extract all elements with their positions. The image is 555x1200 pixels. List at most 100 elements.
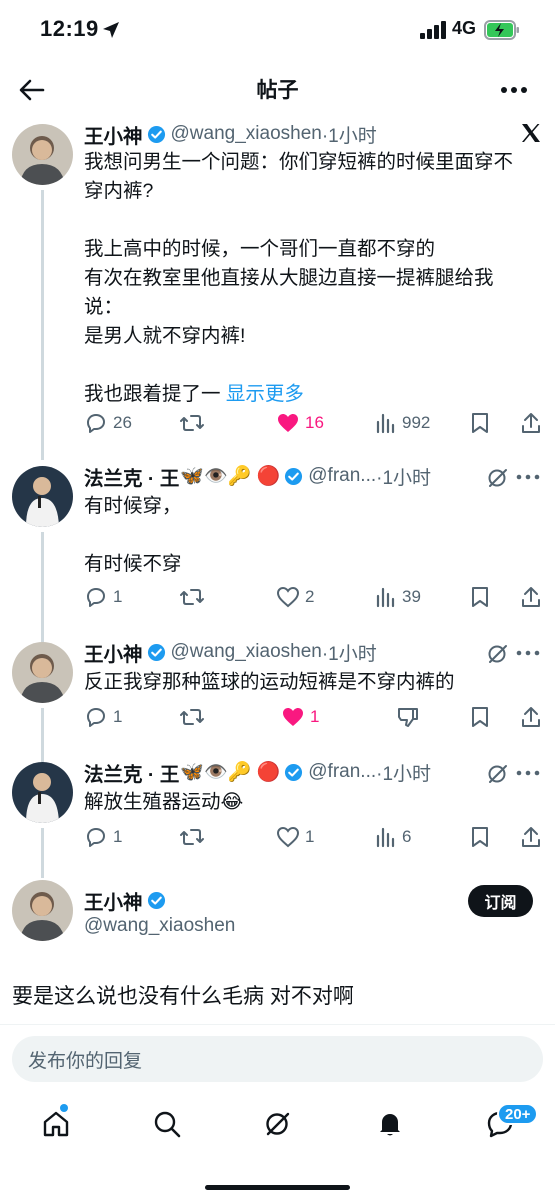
- thread-line: [41, 190, 44, 460]
- reply-button[interactable]: 26: [84, 408, 132, 438]
- author-name[interactable]: 王小神: [84, 120, 143, 149]
- view-count: 992: [402, 413, 431, 432]
- author-handle[interactable]: @fran...: [308, 761, 376, 783]
- tab-grok[interactable]: [258, 1104, 298, 1144]
- status-time: 12:19: [40, 16, 99, 41]
- x-logo-icon: [522, 124, 540, 142]
- views-button[interactable]: 6: [375, 822, 411, 852]
- like-button[interactable]: 16: [276, 408, 324, 438]
- verified-icon: [147, 891, 165, 910]
- home-notification-dot: [60, 1104, 68, 1112]
- like-count: 2: [305, 587, 315, 606]
- thread-post[interactable]: 王小神 @wang_xiaoshen ·1小时 反正我穿那种篮球的运动短裤是不穿…: [0, 638, 555, 766]
- avatar[interactable]: [12, 124, 73, 185]
- tab-home[interactable]: [36, 1104, 76, 1144]
- heart-icon: [283, 708, 303, 726]
- avatar[interactable]: [12, 642, 73, 703]
- share-icon: [522, 827, 540, 847]
- thread-post[interactable]: 王小神 @wang_xiaoshen ·1小时 我想问男生一个问题：你们穿短裤的…: [0, 120, 555, 460]
- more-icon: [501, 87, 527, 93]
- author-handle[interactable]: @fran...: [308, 465, 376, 487]
- views-button[interactable]: 39: [375, 582, 421, 612]
- share-button[interactable]: [520, 822, 547, 852]
- verified-icon: [285, 763, 303, 781]
- view-count: 39: [402, 587, 421, 606]
- post-header: 法兰克 · 王 🦋👁️🔑 🔴 @fran... ·1小时: [84, 462, 431, 490]
- retweet-button[interactable]: [179, 408, 210, 438]
- retweet-icon: [180, 709, 204, 725]
- post-text: 反正我穿那种篮球的运动短裤是不穿内裤的: [84, 671, 455, 693]
- avatar[interactable]: [12, 762, 73, 823]
- bookmark-icon: [472, 827, 488, 847]
- retweet-button[interactable]: [179, 702, 210, 732]
- thread-post[interactable]: 法兰克 · 王 🦋👁️🔑 🔴 @fran... ·1小时 解放生殖器运动😂 1 …: [0, 758, 555, 878]
- subscribe-button[interactable]: 订阅: [468, 885, 533, 917]
- home-indicator: [205, 1185, 350, 1190]
- retweet-icon: [180, 589, 204, 605]
- avatar[interactable]: [12, 466, 73, 527]
- grok-icon[interactable]: [486, 762, 510, 786]
- author-name[interactable]: 法兰克 · 王: [84, 758, 179, 787]
- reply-count: 1: [113, 827, 123, 846]
- bookmark-button[interactable]: [470, 408, 495, 438]
- home-icon: [43, 1111, 69, 1137]
- author-handle[interactable]: @wang_xiaoshen: [171, 641, 322, 663]
- divider: [0, 1024, 555, 1025]
- grok-icon[interactable]: [486, 466, 510, 490]
- show-more-link[interactable]: 显示更多: [226, 383, 304, 405]
- tab-search[interactable]: [147, 1104, 187, 1144]
- reply-input[interactable]: 发布你的回复: [12, 1036, 543, 1082]
- post-header: 法兰克 · 王 🦋👁️🔑 🔴 @fran... ·1小时: [84, 758, 431, 786]
- like-button[interactable]: 2: [276, 582, 314, 612]
- retweet-button[interactable]: [179, 582, 210, 612]
- tab-notifications[interactable]: [370, 1104, 410, 1144]
- post-actions: 1 2 39: [84, 582, 546, 612]
- search-icon: [154, 1111, 181, 1138]
- more-button[interactable]: [496, 74, 532, 106]
- reply-button[interactable]: 1: [84, 822, 122, 852]
- dislike-button[interactable]: [396, 702, 425, 732]
- thread-post[interactable]: 法兰克 · 王 🦋👁️🔑 🔴 @fran... ·1小时 有时候穿， 有时候不穿…: [0, 462, 555, 652]
- bookmark-button[interactable]: [470, 822, 495, 852]
- more-icon[interactable]: [516, 650, 540, 656]
- share-button[interactable]: [520, 582, 547, 612]
- retweet-icon: [180, 829, 204, 845]
- share-icon: [522, 587, 540, 607]
- author-name[interactable]: 法兰克 · 王: [84, 462, 179, 491]
- reply-icon: [87, 414, 105, 433]
- more-icon[interactable]: [516, 474, 540, 480]
- verified-icon: [147, 125, 165, 143]
- reply-icon: [87, 588, 105, 607]
- author-handle[interactable]: @wang_xiaoshen: [171, 123, 322, 145]
- post-time: ·1小时: [376, 763, 432, 785]
- like-count: 1: [310, 707, 320, 726]
- messages-badge: 20+: [497, 1103, 539, 1125]
- retweet-button[interactable]: [179, 822, 210, 852]
- post-time: ·1小时: [376, 467, 432, 489]
- share-button[interactable]: [520, 702, 547, 732]
- author-name[interactable]: 王小神: [84, 638, 143, 667]
- reply-count: 26: [113, 413, 132, 432]
- like-button[interactable]: 1: [276, 822, 314, 852]
- like-button[interactable]: 1: [281, 702, 319, 732]
- more-icon[interactable]: [516, 770, 540, 776]
- share-button[interactable]: [520, 408, 547, 438]
- heart-icon: [276, 826, 300, 848]
- like-count: 16: [305, 413, 324, 432]
- views-icon: [376, 413, 395, 434]
- heart-icon: [276, 586, 300, 608]
- reply-button[interactable]: 1: [84, 702, 122, 732]
- thread-line: [41, 532, 44, 652]
- dislike-icon: [398, 708, 418, 727]
- author-handle[interactable]: @wang_xiaoshen: [84, 915, 235, 937]
- bottom-tab-bar: [0, 1096, 555, 1156]
- views-button[interactable]: 992: [375, 408, 430, 438]
- bookmark-button[interactable]: [470, 702, 495, 732]
- avatar[interactable]: [12, 880, 73, 941]
- grok-icon[interactable]: [486, 642, 510, 666]
- author-name[interactable]: 王小神: [84, 886, 143, 915]
- post-text-content: 我想问男生一个问题：你们穿短裤的时候里面穿不 穿内裤? 我上高中的时候，一个哥们…: [84, 151, 514, 405]
- bookmark-button[interactable]: [470, 582, 495, 612]
- reply-button[interactable]: 1: [84, 582, 122, 612]
- battery-icon: [484, 20, 519, 40]
